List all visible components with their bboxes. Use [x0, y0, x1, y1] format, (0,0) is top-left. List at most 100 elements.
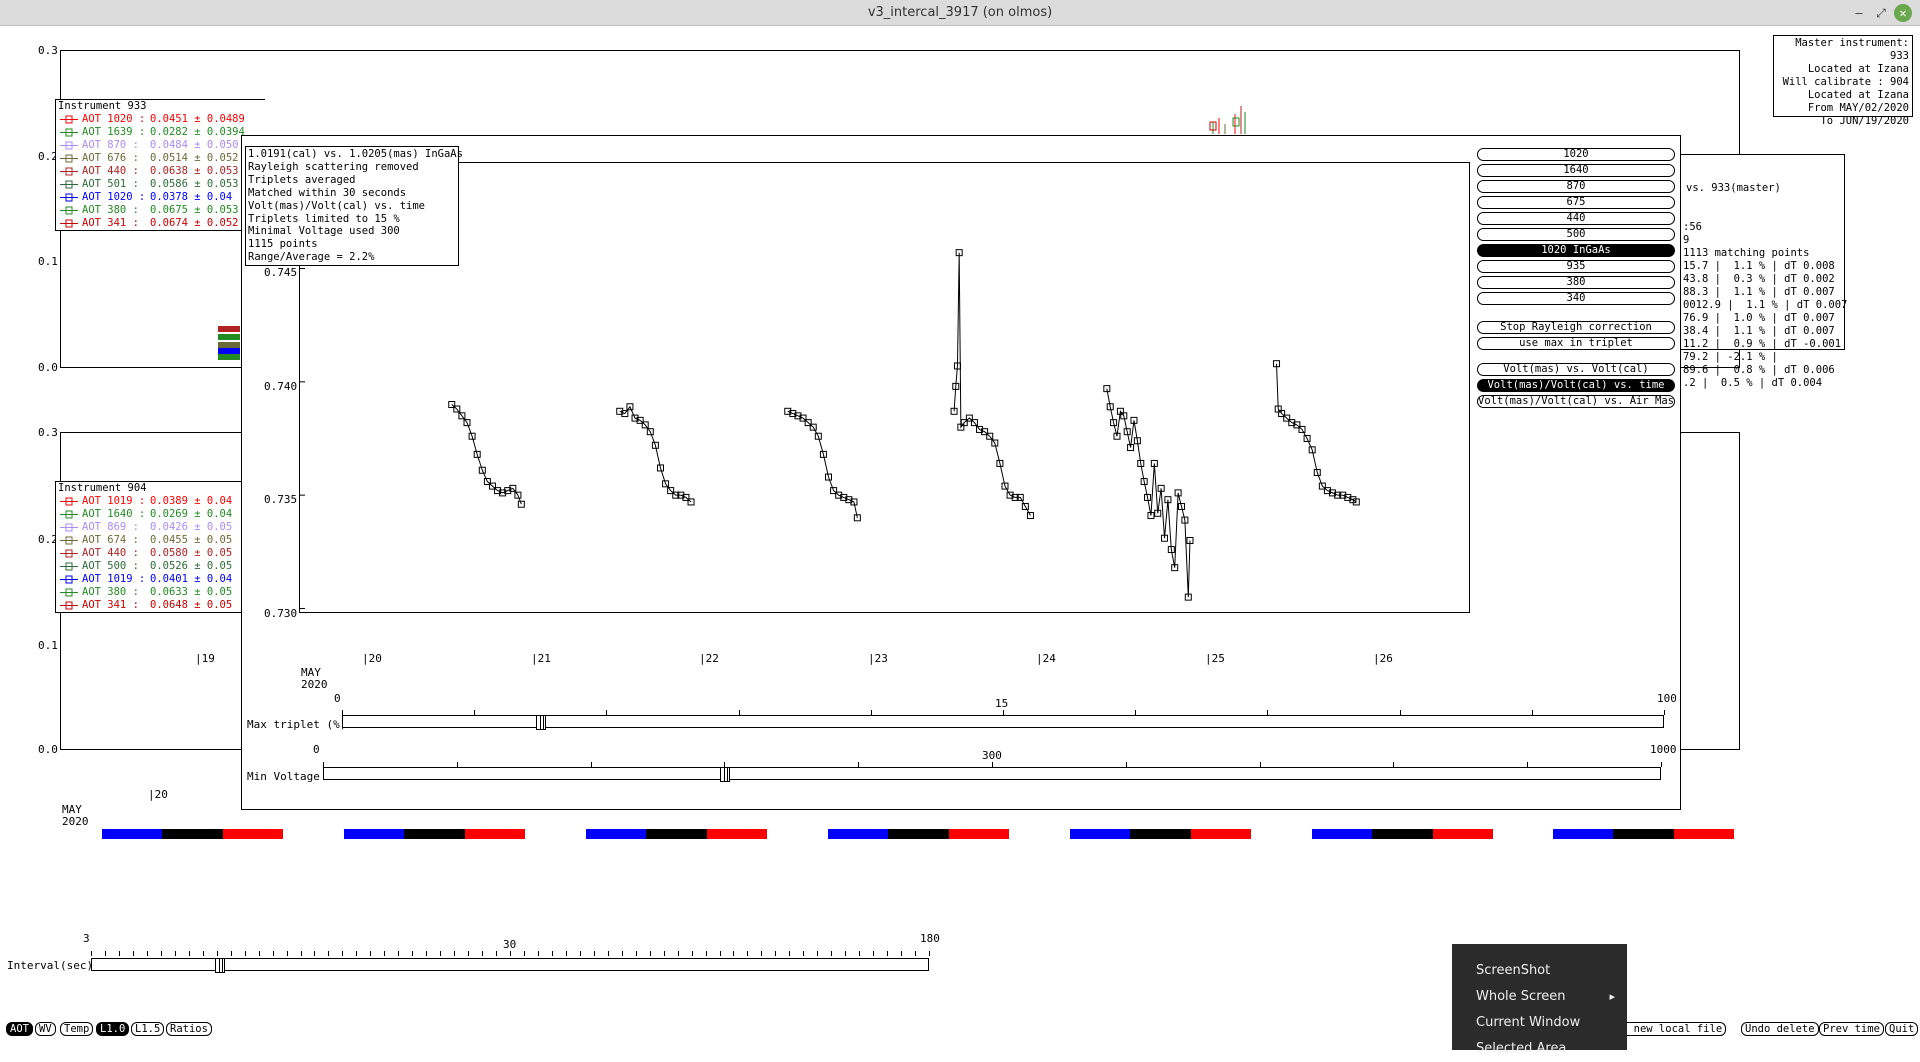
legend-marker-icon — [56, 113, 82, 126]
color-segment — [344, 829, 405, 839]
slider-tick-mark — [677, 951, 679, 956]
wavelength-button-440[interactable]: 440 — [1477, 212, 1675, 225]
slider-tick-mark — [104, 951, 106, 956]
plot-volt-vs-volt-button[interactable]: Volt(mas) vs. Volt(cal) — [1477, 363, 1675, 376]
menu-item-current-window[interactable]: Current Window — [1452, 1010, 1627, 1036]
wavelength-button-340[interactable]: 340 — [1477, 292, 1675, 305]
legend-row: AOT 1020 : 0.0451 ± 0.0489 — [56, 113, 265, 126]
legend-row: AOT 341 : 0.0674 ± 0.052 — [56, 217, 265, 230]
legend-value: 0.0675 ± 0.053 — [150, 204, 239, 216]
legend-row: AOT 440 : 0.0638 ± 0.053 — [56, 165, 265, 178]
max-triplet-slider[interactable] — [342, 715, 1664, 730]
slider-tick-mark — [482, 951, 484, 956]
info-line: Range/Average = 2.2% — [248, 251, 375, 264]
wavelength-button-380[interactable]: 380 — [1477, 276, 1675, 289]
plot-ratio-vs-time-button[interactable]: Volt(mas)/Volt(cal) vs. time — [1477, 379, 1675, 392]
maximize-button[interactable]: ⤢ — [1872, 4, 1890, 22]
interval-max: 180 — [920, 932, 940, 945]
ratio-chart[interactable] — [299, 162, 1470, 613]
wavelength-button-1020[interactable]: 1020 — [1477, 148, 1675, 161]
master-info-box: Master instrument: 933 Located at Izana … — [1773, 35, 1913, 127]
interval-slider[interactable] — [91, 958, 929, 973]
menu-item-whole-screen[interactable]: Whole Screen ▸ — [1452, 984, 1627, 1010]
info-line: Triplets averaged — [248, 173, 356, 186]
stats-line: 89.6 | 0.8 % | dT 0.006 — [1683, 364, 1835, 376]
ratio-xtick: |22 — [699, 652, 719, 665]
legend-marker-icon — [56, 547, 82, 560]
legend-marker-icon — [56, 573, 82, 586]
legend-marker-icon — [56, 191, 82, 204]
wavelength-button-870[interactable]: 870 — [1477, 180, 1675, 193]
window-title: v3_intercal_3917 (on olmos) — [867, 5, 1053, 20]
wavelength-button-500[interactable]: 500 — [1477, 228, 1675, 241]
undo-delete-button[interactable]: Undo delete — [1741, 1022, 1819, 1036]
temp-button[interactable]: Temp — [60, 1022, 94, 1036]
max-triplet-knob[interactable] — [536, 715, 547, 730]
legend-row: AOT 440 : 0.0580 ± 0.05 — [56, 547, 265, 560]
bottom-ytick: 0.3 — [38, 426, 58, 439]
aot-button[interactable]: AOT — [6, 1022, 33, 1036]
slider-tick-mark — [845, 951, 847, 956]
slider-tick-mark — [146, 951, 148, 956]
slider-tick-mark — [510, 951, 511, 956]
stop-rayleigh-button[interactable]: Stop Rayleigh correction — [1477, 321, 1675, 334]
interval-knob[interactable] — [215, 958, 226, 973]
slider-tick-mark — [1664, 710, 1665, 715]
plot-ratio-vs-airmass-button[interactable]: Volt(mas)/Volt(cal) vs. Air Mass — [1477, 395, 1675, 408]
ratio-xtick: |20 — [362, 652, 382, 665]
slider-tick-mark — [1661, 762, 1662, 767]
color-segment — [586, 829, 647, 839]
color-segment — [706, 829, 767, 839]
series-line — [619, 405, 692, 503]
use-max-triplet-button[interactable]: use max in triplet — [1477, 337, 1675, 350]
min-voltage-slider[interactable] — [323, 767, 1661, 782]
wv-button[interactable]: WV — [35, 1022, 56, 1036]
legend-marker-icon — [56, 217, 82, 230]
min-voltage-knob[interactable] — [720, 767, 731, 782]
slider-tick-mark — [831, 951, 833, 956]
info-line: 1.0191(cal) vs. 1.0205(mas) InGaAs — [248, 148, 463, 160]
slider-tick-mark — [523, 951, 525, 956]
legend-label: AOT 1639 : — [82, 126, 146, 138]
ratio-xtick: |21 — [531, 652, 551, 665]
slider-tick-mark — [607, 951, 609, 956]
interval-value: 30 — [503, 938, 517, 951]
legend-label: AOT 380 : — [82, 586, 139, 598]
minimize-button[interactable]: – — [1850, 4, 1868, 22]
menu-item-selected-area[interactable]: Selected Area — [1452, 1036, 1627, 1062]
color-segment — [888, 829, 949, 839]
quit-button[interactable]: Quit — [1885, 1022, 1919, 1036]
max-triplet-value: 15 — [995, 697, 1009, 710]
close-button[interactable]: ✕ — [1894, 4, 1912, 22]
wavelength-button-1640[interactable]: 1640 — [1477, 164, 1675, 177]
wavelength-button-675[interactable]: 675 — [1477, 196, 1675, 209]
legend-label: AOT 1020 : — [82, 113, 146, 125]
slider-tick-mark — [747, 951, 749, 956]
max-triplet-max: 100 — [1657, 692, 1677, 705]
menu-item-screenshot[interactable]: ScreenShot — [1452, 958, 1627, 984]
wavelength-button-935[interactable]: 935 — [1477, 260, 1675, 273]
color-segment — [1130, 829, 1191, 839]
legend-label: AOT 500 : — [82, 560, 139, 572]
color-segment — [1312, 829, 1373, 839]
ratios-button[interactable]: Ratios — [166, 1022, 212, 1036]
day-color-bar — [1070, 829, 1251, 839]
legend-row: AOT 869 : 0.0426 ± 0.05 — [56, 521, 265, 534]
load-local-file-button[interactable]: t new local file — [1618, 1022, 1727, 1036]
stats-line: 38.4 | 1.1 % | dT 0.007 — [1683, 325, 1835, 337]
slider-tick-mark — [621, 951, 623, 956]
color-segment — [464, 829, 525, 839]
top-ytick: 0.1 — [38, 255, 58, 268]
prev-time-button[interactable]: Prev time — [1819, 1022, 1884, 1036]
slider-tick-mark — [454, 951, 456, 956]
l10-button[interactable]: L1.0 — [96, 1022, 130, 1036]
l15-button[interactable]: L1.5 — [131, 1022, 165, 1036]
wavelength-button-1020-ingaas[interactable]: 1020 InGaAs — [1477, 244, 1675, 257]
info-line: Matched within 30 seconds — [248, 186, 407, 199]
day-color-bar — [828, 829, 1009, 839]
legend-marker-icon — [56, 560, 82, 573]
legend-value: 0.0426 ± 0.05 — [150, 521, 233, 533]
legend-933-rows: AOT 1020 : 0.0451 ± 0.0489 AOT 1639 : 0.028… — [56, 113, 265, 230]
legend-marker-icon — [56, 521, 82, 534]
slider-tick-mark — [468, 951, 470, 956]
